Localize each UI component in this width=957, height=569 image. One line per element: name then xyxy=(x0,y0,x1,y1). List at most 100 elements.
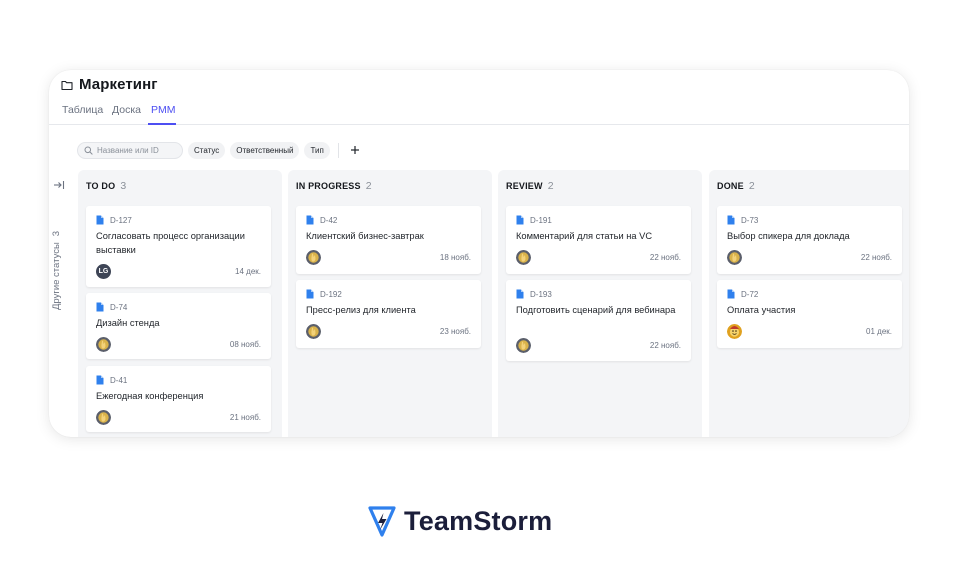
search-input[interactable] xyxy=(97,145,181,155)
column-count: 2 xyxy=(365,180,372,192)
task-card[interactable]: D-192 Пресс-релиз для клиента 23 нояб. xyxy=(296,280,481,348)
card-title: Пресс-релиз для клиента xyxy=(306,305,416,315)
filter-assignee-chip[interactable]: Ответственный xyxy=(230,141,300,159)
due-date: 21 нояб. xyxy=(229,413,261,422)
brand-name: TeamStorm xyxy=(404,505,553,536)
card-id: D-73 xyxy=(741,215,759,225)
card-footer: 22 нояб. xyxy=(516,338,681,353)
card-title: Клиентский бизнес-завтрак xyxy=(306,231,424,241)
task-card[interactable]: D-42 Клиентский бизнес-завтрак 18 нояб. xyxy=(296,206,481,274)
card-id-row: D-72 xyxy=(727,289,758,299)
card-footer: 08 нояб. xyxy=(96,337,261,352)
avatar[interactable] xyxy=(516,338,531,353)
card-id-row: D-192 xyxy=(306,289,342,299)
document-icon xyxy=(516,215,524,225)
search-box[interactable] xyxy=(77,141,183,159)
document-icon xyxy=(727,215,735,225)
card-id-row: D-191 xyxy=(516,215,552,225)
task-card[interactable]: D-73 Выбор спикера для доклада 22 нояб. xyxy=(717,206,902,274)
column-name: TO DO xyxy=(86,181,116,191)
task-card[interactable]: D-191 Комментарий для статьи на VC 22 но… xyxy=(506,206,691,274)
card-id: D-193 xyxy=(530,289,552,299)
tab-table[interactable]: Таблица xyxy=(62,104,103,116)
card-id: D-191 xyxy=(530,215,552,225)
avatar[interactable] xyxy=(727,250,742,265)
view-tabs: Таблица Доска PMM xyxy=(49,98,909,125)
document-icon xyxy=(727,289,735,299)
card-id-row: D-73 xyxy=(727,215,758,225)
task-card[interactable]: D-193 Подготовить сценарий для вебинара … xyxy=(506,280,691,361)
card-title: Согласовать процесс организации выставки xyxy=(96,231,245,255)
column-count: 2 xyxy=(748,180,755,192)
card-title: Оплата участия xyxy=(727,305,796,315)
card-title: Дизайн стенда xyxy=(96,318,160,328)
add-filter-button[interactable] xyxy=(348,143,363,158)
teamstorm-logo-icon xyxy=(368,506,396,537)
avatar[interactable] xyxy=(306,324,321,339)
column-name: DONE xyxy=(717,181,744,191)
due-date: 23 нояб. xyxy=(439,327,471,336)
task-card[interactable]: D-72 Оплата участия 01 дек. xyxy=(717,280,902,348)
search-icon xyxy=(84,145,93,155)
column-count: 3 xyxy=(120,180,127,192)
document-icon xyxy=(96,375,104,385)
avatar[interactable]: LG xyxy=(96,264,111,279)
document-icon xyxy=(96,302,104,312)
document-icon xyxy=(96,215,104,225)
card-title: Выбор спикера для доклада xyxy=(727,231,850,241)
column-header: IN PROGRESS 2 xyxy=(296,180,372,192)
card-id: D-41 xyxy=(110,375,128,385)
card-id-row: D-193 xyxy=(516,289,552,299)
task-card[interactable]: D-74 Дизайн стенда 08 нояб. xyxy=(86,293,271,359)
other-statuses-label: Другие статусы xyxy=(51,242,62,310)
due-date: 18 нояб. xyxy=(439,253,471,262)
filter-status-chip[interactable]: Статус xyxy=(188,141,226,159)
card-id: D-72 xyxy=(741,289,759,299)
card-id: D-192 xyxy=(320,289,342,299)
card-title: Ежегодная конференция xyxy=(96,391,204,401)
column-count: 2 xyxy=(547,180,554,192)
other-statuses-count: 3 xyxy=(51,230,62,237)
column-header: DONE 2 xyxy=(717,180,755,192)
filter-divider xyxy=(337,142,339,158)
expand-panel-icon[interactable] xyxy=(53,180,65,190)
card-footer: 22 нояб. xyxy=(727,250,892,265)
card-title: Подготовить сценарий для вебинара xyxy=(516,305,676,315)
card-footer: 23 нояб. xyxy=(306,324,471,339)
tab-board[interactable]: Доска xyxy=(112,104,141,116)
collapsed-statuses-strip: Другие статусы 3 xyxy=(49,170,73,437)
avatar[interactable] xyxy=(306,250,321,265)
due-date: 14 дек. xyxy=(235,267,261,276)
column-header: REVIEW 2 xyxy=(506,180,554,192)
card-id-row: D-42 xyxy=(306,215,337,225)
tab-pmm[interactable]: PMM xyxy=(151,104,176,116)
card-id-row: D-41 xyxy=(96,375,127,385)
avatar[interactable] xyxy=(727,324,742,339)
card-footer: LG 14 дек. xyxy=(96,264,261,279)
card-id: D-42 xyxy=(320,215,338,225)
card-id: D-74 xyxy=(110,302,128,312)
column-done: DONE 2 D-73 Выбор спикера для доклада 22… xyxy=(709,170,909,437)
other-statuses-toggle[interactable]: Другие статусы 3 xyxy=(51,231,62,310)
document-icon xyxy=(306,289,314,299)
active-tab-indicator xyxy=(148,123,176,125)
filter-bar: Статус Ответственный Тип xyxy=(77,141,363,159)
due-date: 22 нояб. xyxy=(860,253,892,262)
column-review: REVIEW 2 D-191 Комментарий для статьи на… xyxy=(498,170,702,437)
due-date: 01 дек. xyxy=(866,327,892,336)
kanban-board: Другие статусы 3 TO DO 3 D-127 Согласоват… xyxy=(49,170,909,437)
page-title: Маркетинг xyxy=(79,76,158,93)
task-card[interactable]: D-41 Ежегодная конференция 21 нояб. xyxy=(86,366,271,432)
column-header: TO DO 3 xyxy=(86,180,126,192)
brand-logo: TeamStorm xyxy=(368,504,552,538)
task-card[interactable]: D-127 Согласовать процесс организации вы… xyxy=(86,206,271,287)
card-id-row: D-74 xyxy=(96,302,127,312)
avatar[interactable] xyxy=(96,337,111,352)
document-icon xyxy=(306,215,314,225)
avatar[interactable] xyxy=(516,250,531,265)
document-icon xyxy=(516,289,524,299)
filter-type-chip[interactable]: Тип xyxy=(304,141,330,159)
avatar[interactable] xyxy=(96,410,111,425)
card-title: Комментарий для статьи на VC xyxy=(516,231,653,241)
card-footer: 01 дек. xyxy=(727,324,892,339)
